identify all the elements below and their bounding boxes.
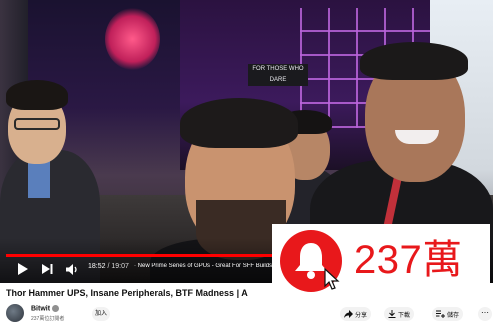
download-icon xyxy=(388,310,396,318)
cursor-icon xyxy=(324,268,340,290)
verified-icon xyxy=(52,305,60,312)
chapter-title[interactable]: · New Prime Series of GPUs - Great For S… xyxy=(134,263,274,269)
video-title: Thor Hammer UPS, Insane Peripherals, BTF… xyxy=(6,288,248,298)
subscriber-count: 237萬位訂閱者 xyxy=(31,316,65,322)
channel-name-label: Bitwit xyxy=(31,305,51,313)
channel-avatar[interactable] xyxy=(6,304,24,322)
next-button[interactable] xyxy=(40,261,54,277)
subscriber-overlay: 237萬 xyxy=(272,224,490,300)
subscriber-count-large: 237萬 xyxy=(354,238,463,282)
more-actions-button[interactable]: ⋯ xyxy=(478,307,492,321)
join-button[interactable]: 加入 xyxy=(92,307,110,321)
current-time: 18:52 xyxy=(88,263,106,270)
play-icon xyxy=(17,263,28,275)
volume-button[interactable] xyxy=(64,261,80,277)
chapter-label: New Prime Series of GPUs - Great For SFF… xyxy=(137,263,273,269)
more-icon: ⋯ xyxy=(481,308,489,317)
share-button[interactable]: 分享 xyxy=(340,307,372,321)
youtube-watch-page: FOR THOSE WHO DARE 18:52 / 19:07 · New P… xyxy=(0,0,493,322)
share-icon xyxy=(344,310,353,318)
duration: 19:07 xyxy=(111,263,129,270)
skip-next-icon xyxy=(41,264,52,274)
booth-sign: FOR THOSE WHO DARE xyxy=(248,64,308,86)
channel-name[interactable]: Bitwit xyxy=(31,305,60,313)
download-button[interactable]: 下載 xyxy=(384,307,415,321)
share-label: 分享 xyxy=(355,312,368,319)
download-label: 下載 xyxy=(398,312,411,319)
neon-light xyxy=(105,8,160,70)
save-label: 儲存 xyxy=(447,312,460,319)
save-playlist-icon xyxy=(436,310,445,318)
save-button[interactable]: 儲存 xyxy=(432,307,464,321)
volume-icon xyxy=(65,263,77,275)
time-display: 18:52 / 19:07 xyxy=(88,263,129,270)
play-button[interactable] xyxy=(14,261,30,277)
